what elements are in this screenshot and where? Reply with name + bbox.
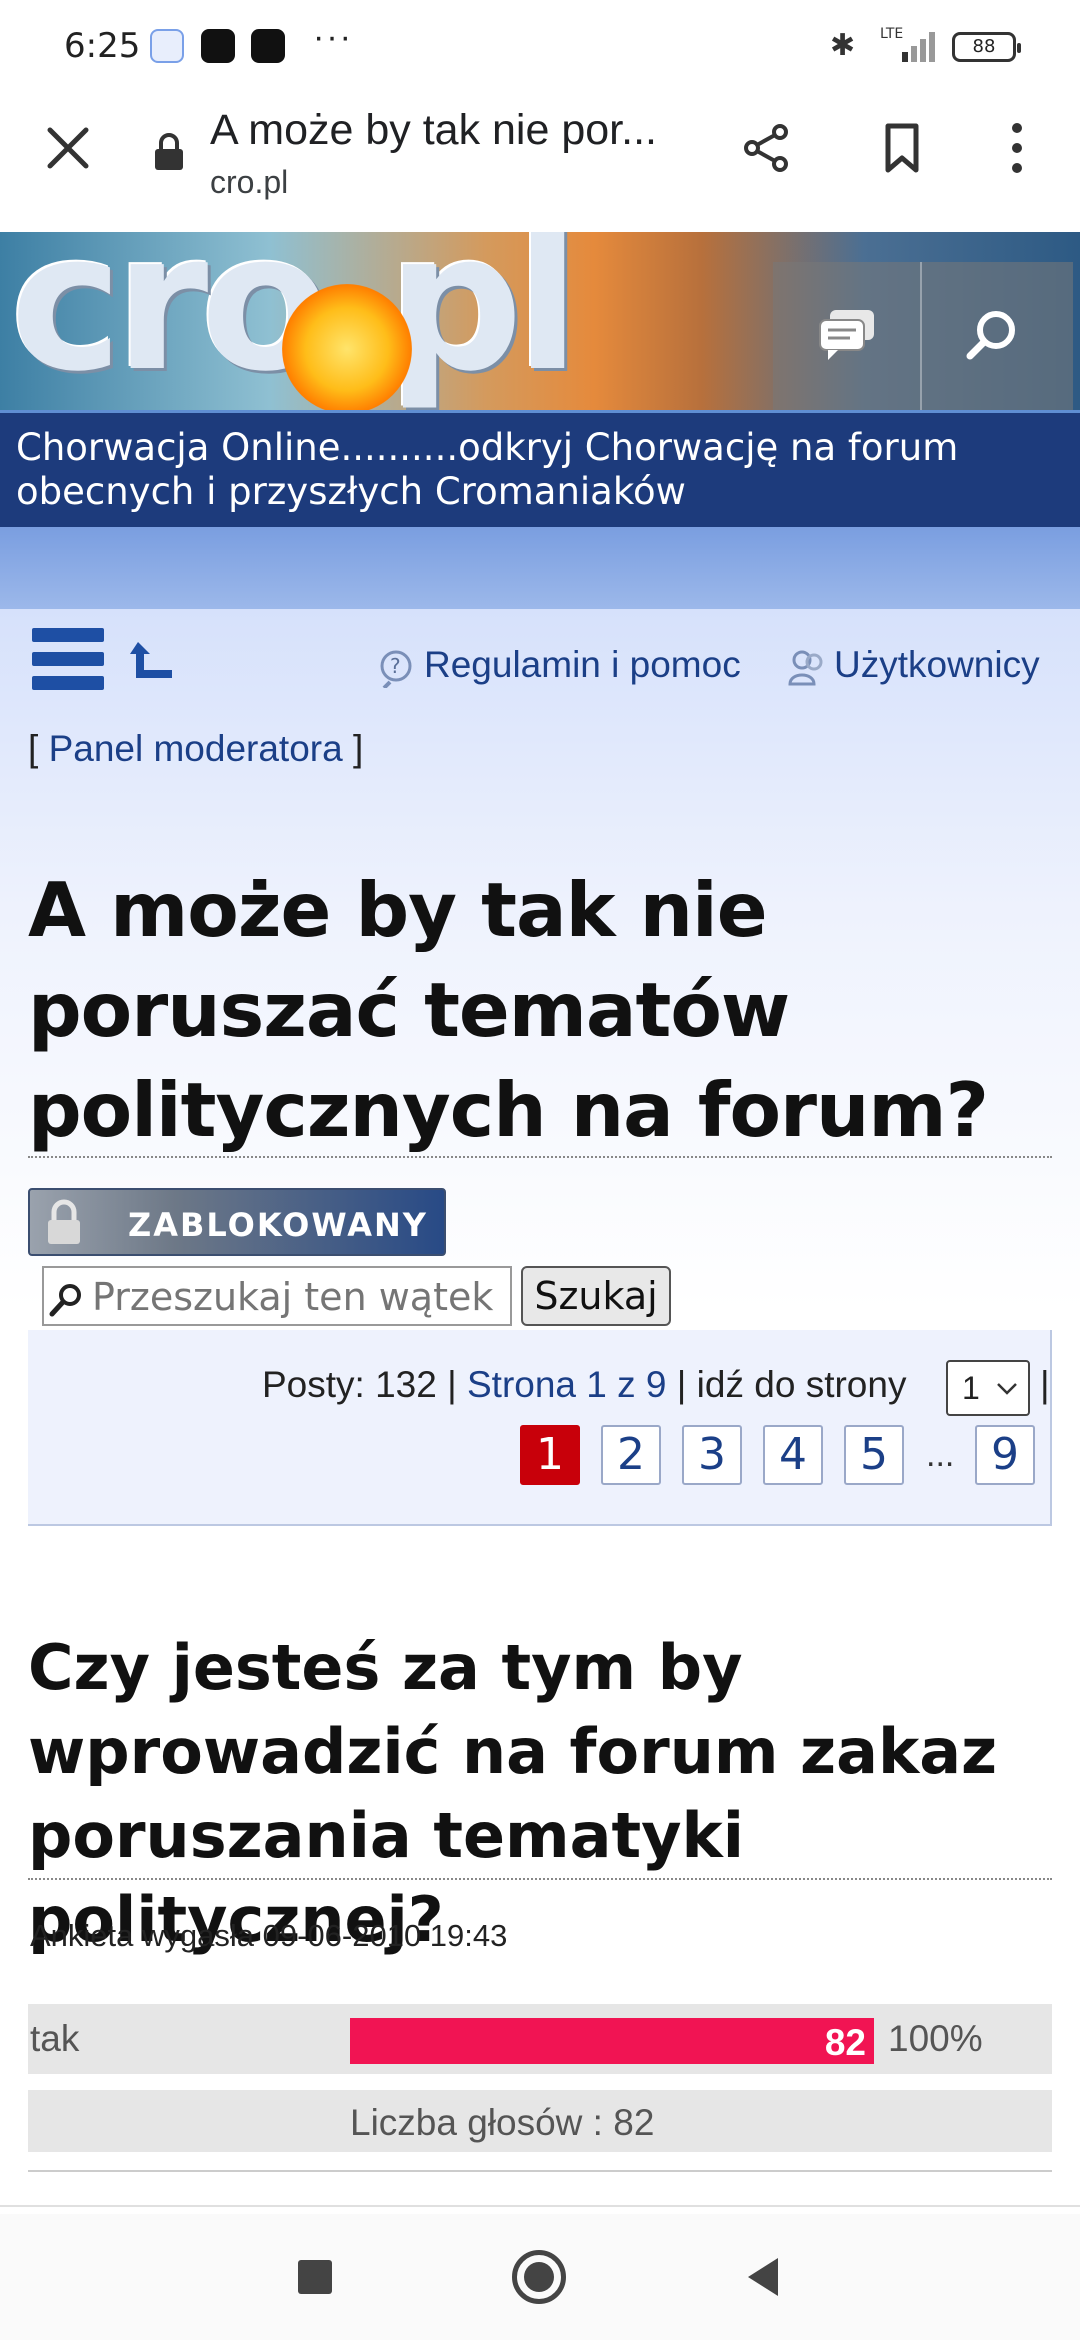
bookmark-icon[interactable]	[874, 120, 930, 176]
page-select-value: 1	[962, 1370, 980, 1406]
battery-icon: 88	[952, 32, 1021, 62]
poll-vote-count: 82	[824, 2022, 866, 2063]
status-time: 6:25	[64, 26, 141, 66]
page-url[interactable]: cro.pl	[210, 164, 288, 201]
chat-icon[interactable]	[818, 308, 876, 360]
page-button-5[interactable]: 5	[844, 1425, 904, 1485]
content-bottom-divider	[28, 2170, 1052, 2172]
thread-title: A może by tak nie poruszać tematów polit…	[28, 866, 989, 1154]
page-button-3[interactable]: 3	[682, 1425, 742, 1485]
more-notifications-icon: ···	[313, 18, 353, 56]
page-bottom-divider	[0, 2205, 1080, 2207]
home-button[interactable]	[512, 2250, 566, 2304]
battery-level: 88	[972, 36, 996, 57]
rules-help-label: Regulamin i pomoc	[424, 644, 741, 685]
back-button[interactable]	[744, 2256, 782, 2298]
recent-apps-button[interactable]	[298, 2260, 332, 2294]
lock-icon[interactable]	[152, 132, 186, 172]
page-of-link[interactable]: Strona 1 z 9	[467, 1364, 667, 1405]
signal-icon	[902, 32, 935, 62]
thread-search-box	[42, 1266, 512, 1326]
padlock-icon	[48, 1199, 80, 1244]
users-link[interactable]: Użytkownicy	[788, 644, 1040, 686]
users-label: Użytkownicy	[834, 644, 1040, 685]
page-select[interactable]: 1	[946, 1360, 1030, 1416]
calendar-app-icon	[150, 29, 184, 63]
tiktok-app-icon	[251, 29, 285, 63]
close-icon[interactable]	[40, 120, 96, 176]
sun-logo-icon	[282, 284, 412, 414]
status-bar: 6:25 ··· ✱ LTE 88	[0, 0, 1080, 92]
rules-help-link[interactable]: Regulamin i pomoc	[378, 644, 741, 686]
posts-count: Posty: 132 |	[262, 1364, 467, 1405]
chevron-down-icon	[997, 1383, 1017, 1395]
page-button-1[interactable]: 1	[520, 1425, 580, 1485]
search-icon[interactable]	[966, 308, 1018, 360]
browser-toolbar: A może by tak nie por... cro.pl	[0, 92, 1080, 232]
banner-icon-divider	[920, 262, 922, 410]
moderator-panel: [ Panel moderatora ]	[28, 728, 363, 770]
page-button-4[interactable]: 4	[763, 1425, 823, 1485]
locked-label: ZABLOKOWANY	[128, 1206, 428, 1244]
poll-expired-date: Ankieta wygasła 09-06-2010 19:43	[30, 1918, 508, 1953]
page-button-2[interactable]: 2	[601, 1425, 661, 1485]
bluetooth-icon: ✱	[830, 29, 856, 62]
share-icon[interactable]	[738, 120, 794, 176]
site-tagline: Chorwacja Online..........odkryj Chorwac…	[16, 426, 959, 513]
panel-bracket-close: ]	[342, 728, 364, 769]
poll-question: Czy jesteś za tym by wprowadzić na forum…	[28, 1631, 998, 1956]
banner-bottom-band	[0, 527, 1080, 609]
locked-button[interactable]: ZABLOKOWANY	[28, 1188, 446, 1256]
poll-total-votes: Liczba głosów : 82	[350, 2102, 655, 2143]
search-button[interactable]: Szukaj	[521, 1266, 671, 1326]
more-menu-icon[interactable]	[1000, 120, 1034, 176]
speedometer-app-icon	[201, 29, 235, 63]
pagination-info: Posty: 132 | Strona 1 z 9 | idź do stron…	[262, 1364, 906, 1406]
poll-bar-track: 82	[350, 2018, 874, 2064]
title-divider	[28, 1156, 1052, 1158]
page-title[interactable]: A może by tak nie por...	[210, 106, 657, 155]
magnifier-icon	[49, 1284, 81, 1317]
site-banner: cro.pl Chorwacja Online..........odkryj …	[0, 232, 1080, 527]
hamburger-menu-icon[interactable]	[32, 628, 104, 698]
poll-result-bar: 82	[350, 2018, 874, 2064]
poll-divider	[28, 1878, 1052, 1880]
moderator-panel-link[interactable]: Panel moderatora	[49, 728, 343, 769]
thread-search-input[interactable]	[92, 1274, 506, 1320]
poll-vote-percent: 100%	[888, 2018, 983, 2059]
up-level-icon[interactable]	[128, 636, 174, 686]
panel-bracket-open: [	[28, 728, 49, 769]
page-button-9[interactable]: 9	[975, 1425, 1035, 1485]
goto-page-label: | idź do strony	[666, 1364, 907, 1405]
pagination-separator: |	[1040, 1364, 1050, 1405]
pagination-ellipsis: ...	[926, 1436, 955, 1474]
poll-option-label: tak	[30, 2018, 80, 2059]
